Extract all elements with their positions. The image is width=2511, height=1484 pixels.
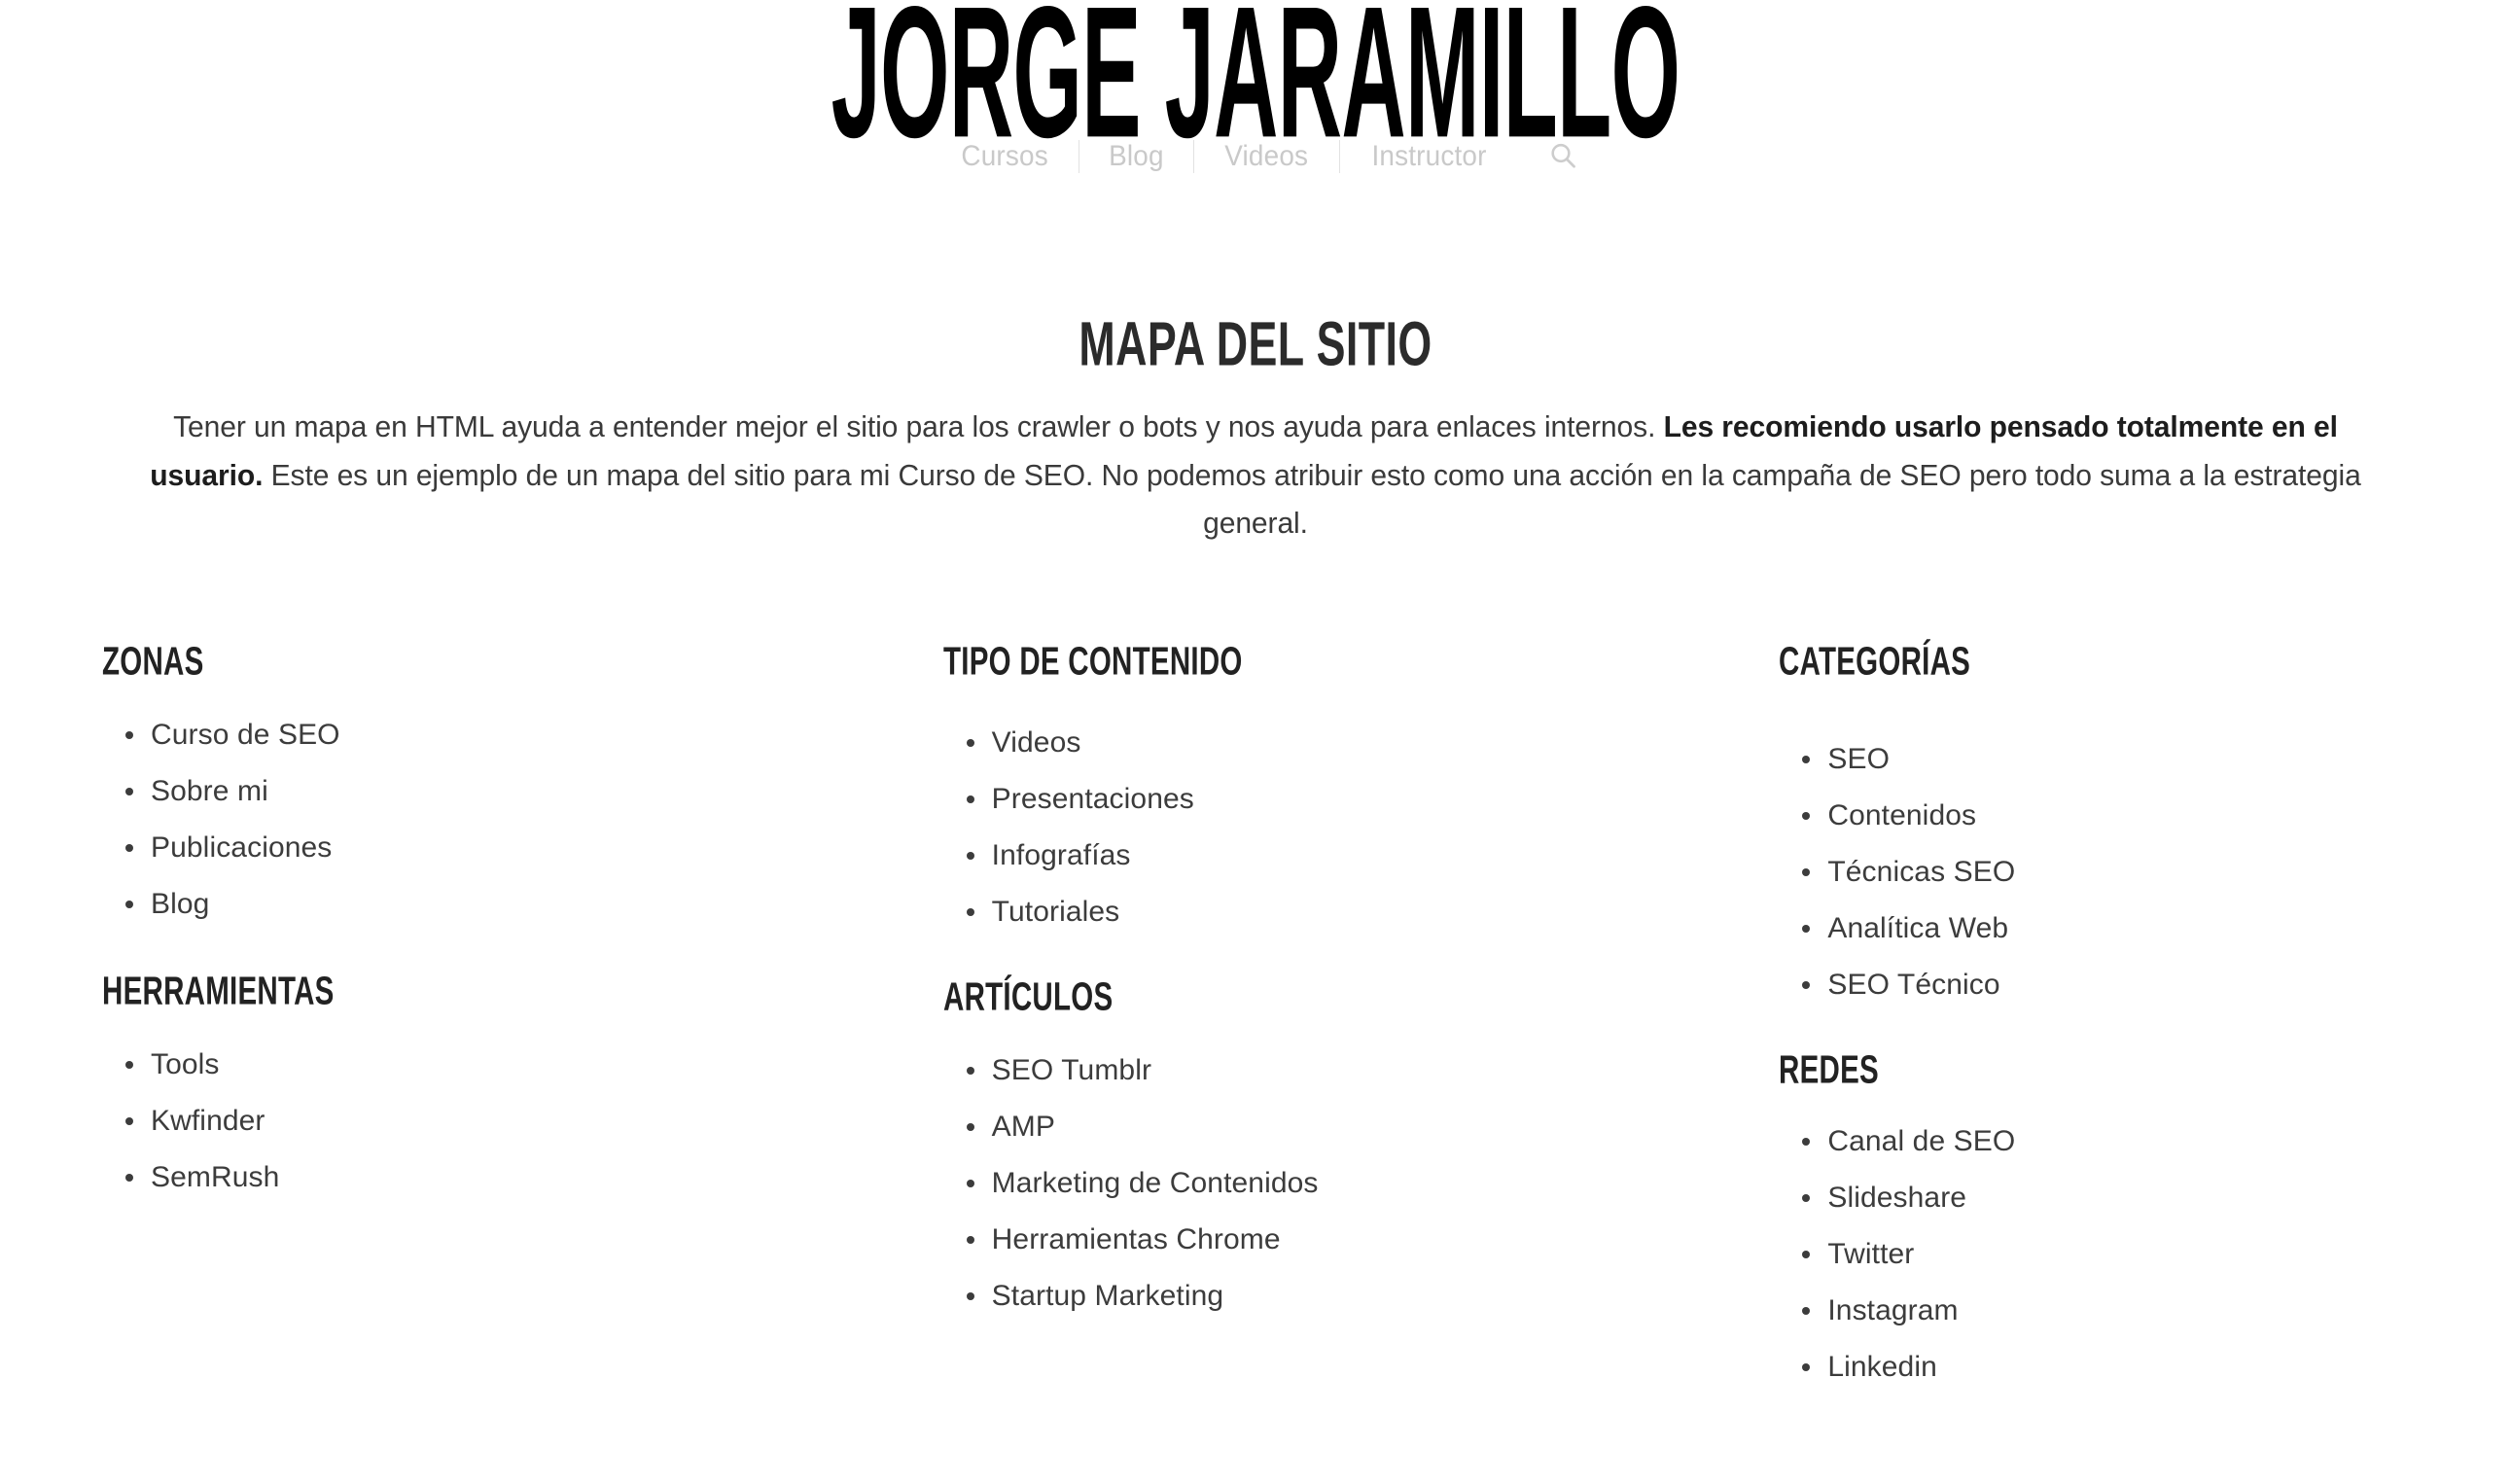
list-item[interactable]: Blog xyxy=(102,889,837,919)
list-item[interactable]: Startup Marketing xyxy=(943,1281,1675,1311)
list-item[interactable]: Slideshare xyxy=(1779,1183,2511,1213)
list-item[interactable]: Presentaciones xyxy=(943,784,1675,814)
list-item[interactable]: Twitter xyxy=(1779,1239,2511,1269)
list-item[interactable]: Canal de SEO xyxy=(1779,1126,2511,1156)
list-item[interactable]: AMP xyxy=(943,1112,1675,1142)
sitemap-column-1: ZONAS Curso de SEO Sobre mi Publicacione… xyxy=(0,638,837,1382)
group-zonas: ZONAS Curso de SEO Sobre mi Publicacione… xyxy=(102,638,837,919)
list-articulos: SEO Tumblr AMP Marketing de Contenidos H… xyxy=(943,1055,1675,1311)
page-title: MAPA DEL SITIO xyxy=(1079,308,1432,379)
list-item[interactable]: Linkedin xyxy=(1779,1352,2511,1382)
list-item[interactable]: SEO Tumblr xyxy=(943,1055,1675,1085)
list-item[interactable]: Marketing de Contenidos xyxy=(943,1168,1675,1198)
list-item[interactable]: Kwfinder xyxy=(102,1106,837,1136)
nav-item-videos[interactable]: Videos xyxy=(1200,142,1334,171)
main-content: MAPA DEL SITIO Tener un mapa en HTML ayu… xyxy=(0,184,2511,1381)
list-item[interactable]: Técnicas SEO xyxy=(1779,857,2511,887)
nav-item-instructor[interactable]: Instructor xyxy=(1346,142,1511,171)
list-item[interactable]: Sobre mi xyxy=(102,776,837,806)
list-item[interactable]: Instagram xyxy=(1779,1295,2511,1325)
list-item[interactable]: Videos xyxy=(943,727,1675,758)
group-heading-herramientas: HERRAMIENTAS xyxy=(102,968,335,1013)
group-categorias: CATEGORÍAS SEO Contenidos Técnicas SEO A… xyxy=(1779,638,2511,1000)
intro-section: Tener un mapa en HTML ayuda a entender m… xyxy=(123,363,2388,548)
list-tipo-de-contenido: Videos Presentaciones Infografías Tutori… xyxy=(943,727,1675,927)
list-zonas: Curso de SEO Sobre mi Publicaciones Blog xyxy=(102,720,837,919)
group-redes: REDES Canal de SEO Slideshare Twitter In… xyxy=(1779,1046,2511,1382)
group-heading-zonas: ZONAS xyxy=(102,638,204,684)
list-item[interactable]: SEO xyxy=(1779,744,2511,774)
nav-item-blog[interactable]: Blog xyxy=(1084,142,1190,171)
group-heading-categorias: CATEGORÍAS xyxy=(1779,638,1971,684)
list-item[interactable]: Herramientas Chrome xyxy=(943,1224,1675,1254)
list-item[interactable]: SEO Técnico xyxy=(1779,970,2511,1000)
list-item[interactable]: Tools xyxy=(102,1049,837,1079)
list-item[interactable]: Infografías xyxy=(943,840,1675,870)
list-item[interactable]: Curso de SEO xyxy=(102,720,837,750)
list-item[interactable]: SemRush xyxy=(102,1162,837,1192)
list-categorias: SEO Contenidos Técnicas SEO Analítica We… xyxy=(1779,744,2511,1000)
list-item[interactable]: Analítica Web xyxy=(1779,913,2511,943)
sitemap-columns: ZONAS Curso de SEO Sobre mi Publicacione… xyxy=(0,638,2511,1382)
intro-part-1: Tener un mapa en HTML ayuda a entender m… xyxy=(173,410,1664,444)
group-articulos: ARTÍCULOS SEO Tumblr AMP Marketing de Co… xyxy=(942,973,1675,1311)
list-herramientas: Tools Kwfinder SemRush xyxy=(102,1049,837,1192)
group-heading-redes: REDES xyxy=(1779,1046,1880,1092)
sitemap-column-2: TIPO DE CONTENIDO Videos Presentaciones … xyxy=(837,638,1675,1382)
group-herramientas: HERRAMIENTAS Tools Kwfinder SemRush xyxy=(102,968,837,1192)
list-item[interactable]: Publicaciones xyxy=(102,832,837,863)
sitemap-column-3: CATEGORÍAS SEO Contenidos Técnicas SEO A… xyxy=(1674,638,2511,1382)
list-item[interactable]: Tutoriales xyxy=(943,897,1675,927)
site-header: JORGE JARAMILLO Cursos Blog Videos Instr… xyxy=(0,0,2511,184)
group-tipo-de-contenido: TIPO DE CONTENIDO Videos Presentaciones … xyxy=(942,638,1675,927)
list-item[interactable]: Contenidos xyxy=(1779,800,2511,830)
intro-part-2: Este es un ejemplo de un mapa del sitio … xyxy=(263,458,2361,541)
list-redes: Canal de SEO Slideshare Twitter Instagra… xyxy=(1779,1126,2511,1382)
group-heading-articulos: ARTÍCULOS xyxy=(942,973,1114,1019)
nav-item-cursos[interactable]: Cursos xyxy=(937,142,1075,171)
group-heading-tipo-de-contenido: TIPO DE CONTENIDO xyxy=(942,638,1243,684)
intro-paragraph: Tener un mapa en HTML ayuda a entender m… xyxy=(139,404,2371,548)
site-title: JORGE JARAMILLO xyxy=(831,0,1680,177)
